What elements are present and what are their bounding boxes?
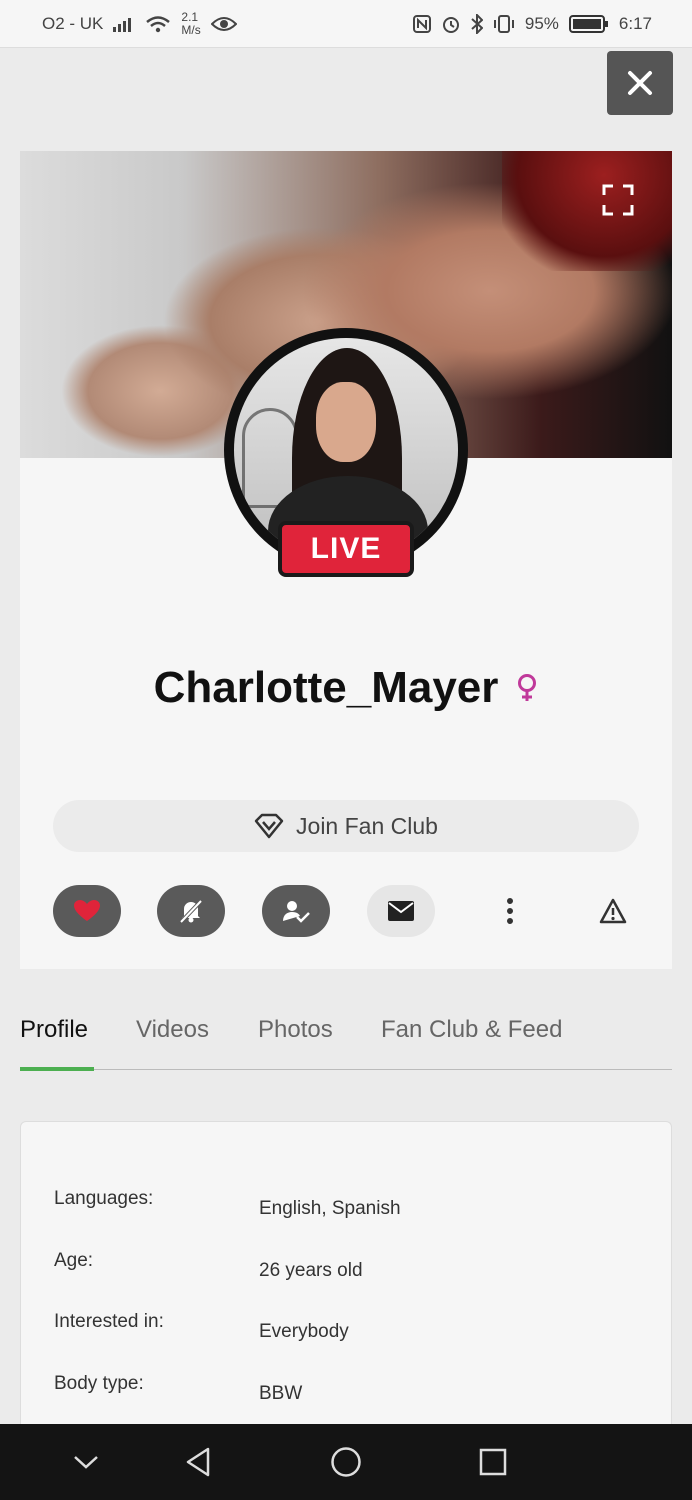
female-symbol-icon [518,674,537,701]
message-button[interactable] [367,885,435,937]
fullscreen-icon[interactable] [602,184,634,216]
back-triangle-icon [186,1447,210,1477]
profile-card: LIVE Charlotte_Mayer Join Fan Club [20,151,672,969]
join-fan-club-label: Join Fan Club [296,812,438,839]
chevron-down-icon [74,1456,98,1469]
active-tab-indicator [20,1067,94,1071]
network-speed: 2.1 M/s [181,9,201,37]
info-value-age: 26 years old [259,1260,363,1281]
heart-icon [74,900,100,921]
info-label-interested: Interested in: [54,1311,164,1332]
system-nav-bar [0,1424,692,1500]
bell-off-icon [179,899,203,924]
nfc-icon [412,14,431,33]
envelope-icon [388,901,414,921]
tab-profile[interactable]: Profile [20,1016,88,1044]
follow-button[interactable] [262,885,330,937]
nav-home-button[interactable] [328,1444,364,1480]
more-options-button[interactable] [476,885,544,937]
action-bar [20,885,672,937]
nav-back-button[interactable] [180,1444,216,1480]
wifi-icon [146,15,171,32]
clock: 6:17 [618,13,652,33]
tab-fan-club-feed[interactable]: Fan Club & Feed [381,1016,562,1044]
status-bar: O2 - UK 2.1 M/s 95% 6:17 [0,0,692,48]
battery-percent: 95% [524,13,559,33]
live-badge[interactable]: LIVE [278,521,414,577]
report-button[interactable] [579,885,647,937]
cover-shadow [502,151,672,271]
tab-photos[interactable]: Photos [258,1016,333,1044]
close-button[interactable] [607,51,673,115]
speed-unit: M/s [181,22,201,37]
vibrate-icon [493,14,514,33]
more-vertical-icon [507,898,513,924]
warning-icon [599,898,627,924]
profile-tabs: Profile Videos Photos Fan Club & Feed [20,1010,672,1071]
info-value-languages: English, Spanish [259,1198,401,1219]
home-circle-icon [331,1447,361,1477]
close-icon [628,71,652,95]
info-label-age: Age: [54,1250,94,1271]
alarm-icon [442,16,459,33]
profile-name-row: Charlotte_Mayer [20,663,672,713]
recents-square-icon [479,1448,507,1476]
nav-hide-button[interactable] [68,1444,104,1480]
eye-icon [210,16,237,31]
nav-recents-button[interactable] [475,1444,511,1480]
info-label-body-type: Body type: [54,1373,144,1394]
profile-info-card: Languages: English, Spanish Age: 26 year… [20,1121,672,1441]
user-check-icon [283,901,310,923]
carrier-label: O2 - UK [42,13,104,33]
diamond-icon [254,813,284,839]
join-fan-club-button[interactable]: Join Fan Club [53,800,639,852]
info-value-body-type: BBW [259,1383,303,1404]
info-value-interested: Everybody [259,1321,349,1342]
signal-icon [113,17,132,32]
favorite-button[interactable] [53,885,121,937]
battery-icon [568,14,608,33]
avatar-face [316,382,376,462]
mute-notifications-button[interactable] [157,885,225,937]
info-label-languages: Languages: [54,1188,154,1209]
bluetooth-icon [471,13,483,34]
username: Charlotte_Mayer [153,663,499,712]
tab-videos[interactable]: Videos [136,1016,209,1044]
speed-value: 2.1 [181,9,199,24]
